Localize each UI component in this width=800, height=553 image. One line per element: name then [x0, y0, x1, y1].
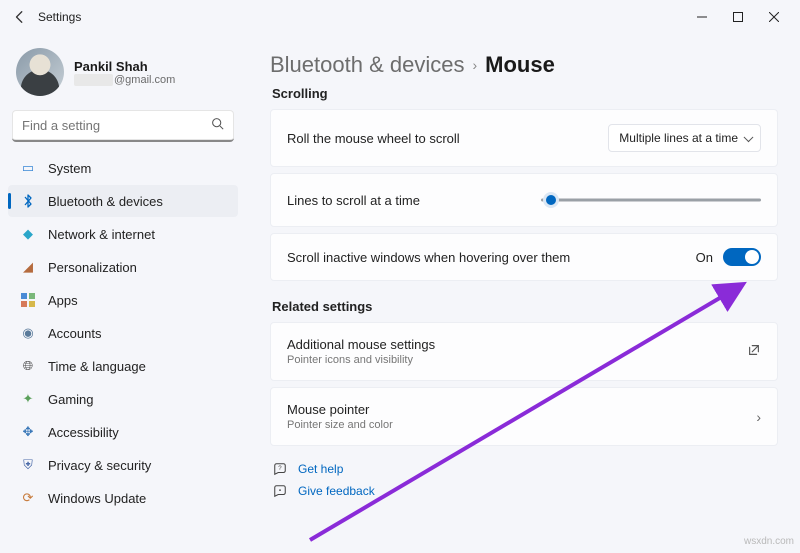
sidebar-item-accessibility[interactable]: ✥Accessibility	[8, 416, 238, 448]
maximize-button[interactable]	[720, 3, 756, 31]
setting-label: Lines to scroll at a time	[287, 193, 420, 208]
search-box[interactable]	[12, 110, 234, 142]
setting-label: Mouse pointer	[287, 402, 393, 417]
back-button[interactable]	[8, 5, 32, 29]
get-help-link[interactable]: ? Get help	[270, 458, 778, 480]
close-button[interactable]	[756, 3, 792, 31]
nav-list: ▭System Bluetooth & devices ◆Network & i…	[8, 152, 238, 514]
setting-sublabel: Pointer size and color	[287, 419, 393, 431]
setting-mouse-pointer[interactable]: Mouse pointer Pointer size and color ›	[270, 387, 778, 446]
profile-name: Pankil Shah	[74, 59, 175, 74]
sidebar-item-windows-update[interactable]: ⟳Windows Update	[8, 482, 238, 514]
watermark: wsxdn.com	[744, 536, 794, 547]
avatar	[16, 48, 64, 96]
profile-email: xx@gmail.com	[74, 74, 175, 86]
sidebar-item-time-language[interactable]: 🌐︎Time & language	[8, 350, 238, 382]
sidebar: Pankil Shah xx@gmail.com ▭System Bluetoo…	[0, 34, 246, 553]
sidebar-item-apps[interactable]: Apps	[8, 284, 238, 316]
sidebar-item-personalization[interactable]: ◢Personalization	[8, 251, 238, 283]
svg-text:?: ?	[278, 465, 282, 472]
system-icon: ▭	[20, 160, 36, 176]
sidebar-item-system[interactable]: ▭System	[8, 152, 238, 184]
section-related: Related settings	[272, 299, 778, 314]
sidebar-item-accounts[interactable]: ◉Accounts	[8, 317, 238, 349]
external-link-icon	[747, 343, 761, 360]
personalization-icon: ◢	[20, 259, 36, 275]
feedback-icon	[272, 484, 288, 498]
title-bar: Settings	[0, 0, 800, 34]
breadcrumb-parent[interactable]: Bluetooth & devices	[270, 52, 464, 78]
setting-lines-to-scroll: Lines to scroll at a time	[270, 173, 778, 227]
network-icon: ◆	[20, 226, 36, 242]
window-title: Settings	[38, 10, 81, 24]
setting-scroll-inactive: Scroll inactive windows when hovering ov…	[270, 233, 778, 281]
setting-label: Additional mouse settings	[287, 337, 435, 352]
help-icon: ?	[272, 462, 288, 476]
section-scrolling: Scrolling	[272, 86, 778, 101]
update-icon: ⟳	[20, 490, 36, 506]
search-icon	[211, 117, 224, 133]
accounts-icon: ◉	[20, 325, 36, 341]
chevron-right-icon: ›	[472, 57, 477, 73]
accessibility-icon: ✥	[20, 424, 36, 440]
search-input[interactable]	[22, 118, 211, 133]
lines-slider[interactable]	[541, 188, 761, 212]
profile[interactable]: Pankil Shah xx@gmail.com	[8, 42, 238, 110]
sidebar-item-network[interactable]: ◆Network & internet	[8, 218, 238, 250]
give-feedback-link[interactable]: Give feedback	[270, 480, 778, 502]
roll-wheel-dropdown[interactable]: Multiple lines at a time	[608, 124, 761, 152]
minimize-button[interactable]	[684, 3, 720, 31]
sidebar-item-bluetooth-devices[interactable]: Bluetooth & devices	[8, 185, 238, 217]
chevron-right-icon: ›	[756, 409, 761, 425]
setting-roll-wheel: Roll the mouse wheel to scroll Multiple …	[270, 109, 778, 167]
privacy-icon: ⛨	[20, 457, 36, 473]
time-language-icon: 🌐︎	[20, 358, 36, 374]
sidebar-item-gaming[interactable]: ✦Gaming	[8, 383, 238, 415]
breadcrumb-current: Mouse	[485, 52, 555, 78]
gaming-icon: ✦	[20, 391, 36, 407]
setting-additional-mouse[interactable]: Additional mouse settings Pointer icons …	[270, 322, 778, 381]
setting-label: Roll the mouse wheel to scroll	[287, 131, 460, 146]
setting-sublabel: Pointer icons and visibility	[287, 354, 435, 366]
apps-icon	[20, 292, 36, 308]
breadcrumb: Bluetooth & devices › Mouse	[270, 52, 778, 78]
sidebar-item-privacy-security[interactable]: ⛨Privacy & security	[8, 449, 238, 481]
bluetooth-icon	[20, 193, 36, 209]
toggle-state-label: On	[696, 250, 713, 265]
scroll-inactive-toggle[interactable]	[723, 248, 761, 266]
content-area: Bluetooth & devices › Mouse Scrolling Ro…	[246, 34, 800, 553]
setting-label: Scroll inactive windows when hovering ov…	[287, 250, 570, 265]
